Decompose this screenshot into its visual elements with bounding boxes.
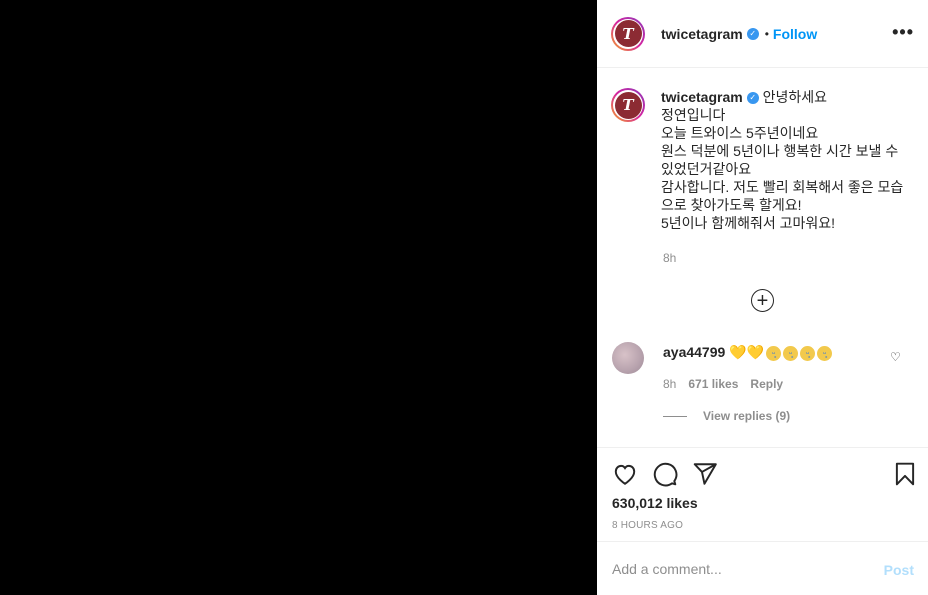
add-comment-input[interactable] [612, 560, 872, 577]
follow-button[interactable]: Follow [773, 26, 817, 42]
replies-divider [663, 415, 687, 417]
author-avatar[interactable]: T [611, 16, 645, 51]
paper-plane-icon[interactable] [692, 461, 718, 487]
commenter-avatar[interactable] [612, 342, 644, 374]
twice-logo-avatar: T [614, 91, 642, 119]
more-options-icon[interactable]: ••• [892, 22, 914, 43]
post-timestamp[interactable]: 8 HOURS AGO [612, 520, 683, 531]
heart-outline-icon[interactable] [612, 461, 638, 487]
bookmark-icon[interactable] [892, 461, 918, 487]
comment-timestamp[interactable]: 8h [663, 377, 676, 391]
caption-timestamp[interactable]: 8h [663, 251, 676, 265]
commenter-username[interactable]: aya44799 [663, 344, 725, 360]
post-comment-button[interactable]: Post [884, 562, 914, 578]
comment-hearts: 💛💛 [729, 344, 765, 360]
comment-like-heart-icon[interactable]: ♡ [890, 350, 901, 364]
add-comment-bar: Post [597, 541, 928, 595]
caption-username[interactable]: twicetagram [661, 89, 743, 105]
crying-face-icon: ᵕ̥ [783, 345, 799, 361]
comment-likes-count[interactable]: 671 likes [688, 377, 738, 391]
twice-logo-avatar: T [614, 20, 642, 47]
reply-button[interactable]: Reply [750, 377, 783, 391]
speech-bubble-icon[interactable] [652, 461, 678, 487]
view-replies-button[interactable]: View replies (9) [663, 409, 790, 423]
author-username[interactable]: twicetagram [661, 26, 743, 42]
load-more-comments-icon[interactable]: + [751, 289, 774, 312]
post-likes-count[interactable]: 630,012 likes [612, 495, 698, 511]
header-separator: • [764, 26, 769, 41]
caption-author-avatar[interactable]: T [611, 88, 645, 122]
post-actions: 630,012 likes 8 HOURS AGO [597, 447, 928, 541]
post-side-panel: T twicetagram ✓ • Follow ••• T twicetagr… [597, 0, 928, 595]
post-media[interactable] [0, 0, 597, 595]
crying-face-icon: ᵕ̥ [817, 345, 833, 361]
view-replies-label: View replies (9) [703, 409, 791, 423]
verified-badge-icon: ✓ [746, 27, 759, 40]
crying-face-icon: ᵕ̥ [766, 345, 782, 361]
post-caption: T twicetagram ✓ 안녕하세요 정연입니다 오늘 트와이스 5주년이네… [611, 88, 921, 232]
verified-badge-icon: ✓ [746, 92, 759, 105]
post-header: T twicetagram ✓ • Follow ••• [597, 0, 928, 68]
caption-body: 안녕하세요 정연입니다 오늘 트와이스 5주년이네요 원스 덕분에 5년이나 행… [661, 89, 904, 231]
crying-face-icon: ᵕ̥ [800, 345, 816, 361]
